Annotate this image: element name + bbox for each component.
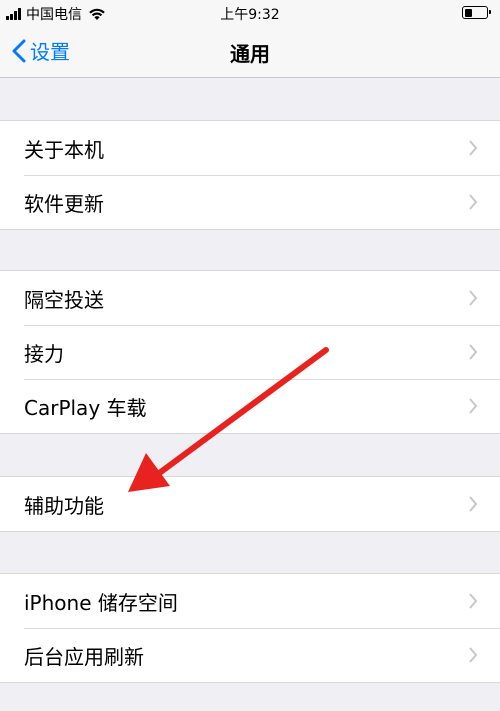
row-label: 接力 (24, 341, 64, 366)
row-background-refresh[interactable]: 后台应用刷新 (0, 628, 500, 682)
chevron-right-icon (469, 398, 478, 414)
row-handoff[interactable]: 接力 (0, 325, 500, 379)
chevron-right-icon (469, 647, 478, 663)
status-bar: 中国电信 上午9:32 (0, 0, 500, 26)
settings-group-4: iPhone 储存空间 后台应用刷新 (0, 573, 500, 683)
row-airdrop[interactable]: 隔空投送 (0, 271, 500, 325)
chevron-right-icon (469, 496, 478, 512)
navigation-bar: 设置 通用 (0, 26, 500, 78)
battery-fill (464, 8, 472, 17)
chevron-right-icon (469, 593, 478, 609)
row-about[interactable]: 关于本机 (0, 121, 500, 175)
row-software-update[interactable]: 软件更新 (0, 175, 500, 229)
row-carplay[interactable]: CarPlay 车载 (0, 379, 500, 433)
settings-group-3: 辅助功能 (0, 476, 500, 532)
row-label: 关于本机 (24, 137, 104, 162)
row-label: iPhone 储存空间 (24, 590, 178, 615)
row-label: 隔空投送 (24, 287, 104, 312)
status-time: 上午9:32 (220, 7, 280, 23)
row-label: 后台应用刷新 (24, 644, 144, 669)
chevron-right-icon (469, 290, 478, 306)
page-title: 通用 (230, 42, 270, 66)
row-accessibility[interactable]: 辅助功能 (0, 477, 500, 531)
settings-group-1: 关于本机 软件更新 (0, 120, 500, 230)
chevron-right-icon (469, 140, 478, 156)
chevron-right-icon (469, 344, 478, 360)
settings-group-2: 隔空投送 接力 CarPlay 车载 (0, 270, 500, 434)
battery-icon (462, 6, 491, 19)
row-label: 辅助功能 (24, 493, 104, 518)
row-iphone-storage[interactable]: iPhone 储存空间 (0, 574, 500, 628)
screen: 中国电信 上午9:32 设置 通用 关于本机 软件更新 隔空投送 接力 CarP… (0, 0, 500, 711)
chevron-right-icon (469, 194, 478, 210)
row-label: 软件更新 (24, 191, 104, 216)
row-label: CarPlay 车载 (24, 395, 147, 420)
